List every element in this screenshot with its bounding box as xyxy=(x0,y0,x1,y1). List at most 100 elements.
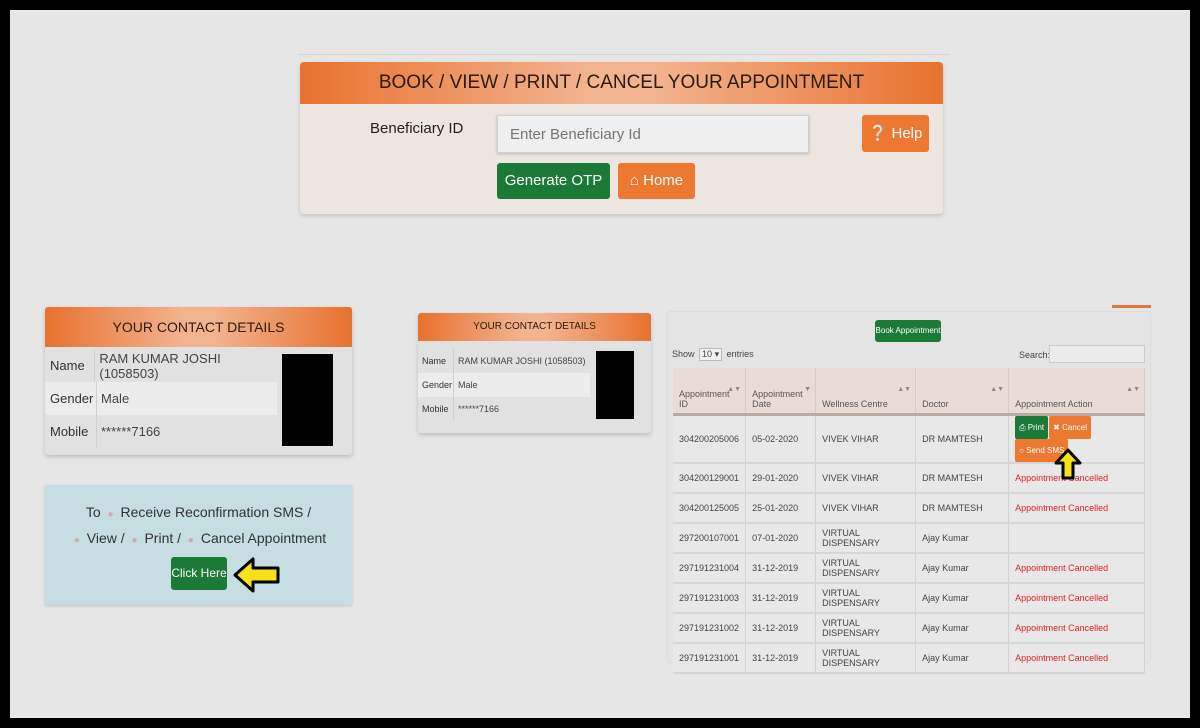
contact-value: Male xyxy=(458,380,478,390)
cell-id: 297191231001 xyxy=(673,642,747,674)
cell-centre: VIRTUAL DISPENSARY xyxy=(815,522,917,554)
print-icon: ● xyxy=(131,535,138,546)
cancel-icon: ● xyxy=(187,535,194,546)
question-circle-icon: ❔ xyxy=(868,125,888,142)
contact-value: RAM KUMAR JOSHI (1058503) xyxy=(99,350,221,381)
reconfirm-print-text: Print / xyxy=(144,530,182,546)
home-icon: ⌂ xyxy=(629,172,639,189)
help-label: Help xyxy=(891,125,923,142)
close-icon: ✖ xyxy=(1053,422,1063,432)
table-row: 297191231003 31-12-2019 VIRTUAL DISPENSARY… xyxy=(673,582,1145,614)
cancel-button[interactable]: ✖ Cancel xyxy=(1049,415,1091,439)
contact-value: ******7166 xyxy=(101,424,161,439)
cell-doctor: Ajay Kumar xyxy=(915,582,1010,614)
view-icon: ● xyxy=(73,535,80,546)
reconfirmation-panel: To ● Receive Reconfirmation SMS / ● View… xyxy=(45,485,352,605)
table-row: 297200107001 07-01-2020 VIRTUAL DISPENSARY… xyxy=(673,522,1145,554)
cell-id: 304200125005 xyxy=(673,492,747,524)
cell-date: 31-12-2019 xyxy=(745,582,817,614)
beneficiary-id-label: Beneficiary ID xyxy=(370,120,464,137)
reconfirm-cancel-text: Cancel Appointment xyxy=(200,530,327,546)
show-label: Show xyxy=(672,349,695,359)
sort-icon: ▲▼ xyxy=(727,386,742,393)
table-search-input[interactable] xyxy=(1049,345,1145,363)
contact-key: Name xyxy=(418,349,454,373)
entries-select[interactable]: 10 ▾ xyxy=(699,348,723,361)
cell-doctor: DR MAMTESH xyxy=(915,414,1010,464)
beneficiary-id-input[interactable] xyxy=(497,115,809,153)
cell-doctor: DR MAMTESH xyxy=(915,492,1010,524)
show-entries-control: Show 10 ▾ entries xyxy=(672,348,754,361)
cell-doctor: Ajay Kumar xyxy=(915,522,1010,554)
column-header-appointment-action[interactable]: Appointment Action ▲▼ xyxy=(1008,368,1145,416)
button-label: Cancel xyxy=(1062,422,1087,432)
cell-date: 07-01-2020 xyxy=(745,522,817,554)
book-appointment-button[interactable]: Book Appointment xyxy=(875,320,941,342)
cell-doctor: Ajay Kumar xyxy=(915,552,1010,584)
cell-id: 304200205006 xyxy=(673,414,747,464)
status-text: Appointment Cancelled xyxy=(1008,642,1145,674)
contact-row-gender: Gender Male xyxy=(418,373,590,397)
column-label: Wellness Centre xyxy=(822,398,888,409)
reconfirm-view-text: View / xyxy=(86,530,125,546)
status-text: Appointment Cancelled xyxy=(1008,612,1145,644)
column-header-appointment-id[interactable]: Appointment ID ▲▼ xyxy=(673,368,747,416)
cell-id: 304200129001 xyxy=(673,462,747,494)
entries-label: entries xyxy=(726,349,754,359)
contact-value: Male xyxy=(101,391,130,406)
table-row: 297191231001 31-12-2019 VIRTUAL DISPENSARY… xyxy=(673,642,1145,674)
cell-doctor: DR MAMTESH xyxy=(915,462,1010,494)
sort-icon: ▲▼ xyxy=(990,386,1005,393)
generate-otp-button[interactable]: Generate OTP xyxy=(497,163,610,199)
table-row: 297191231002 31-12-2019 VIRTUAL DISPENSARY… xyxy=(673,612,1145,644)
column-header-doctor[interactable]: Doctor ▲▼ xyxy=(915,368,1010,416)
contact-details-card-small: YOUR CONTACT DETAILS Name RAM KUMAR JOSH… xyxy=(418,313,651,433)
contact-card-title: YOUR CONTACT DETAILS xyxy=(418,313,651,341)
redacted-photo xyxy=(596,351,634,419)
column-header-wellness-centre[interactable]: Wellness Centre ▲▼ xyxy=(815,368,917,416)
printer-icon: ⎙ xyxy=(1019,422,1028,432)
home-button[interactable]: ⌂ Home xyxy=(618,163,695,199)
sms-icon: ● xyxy=(107,509,114,520)
redacted-photo xyxy=(282,354,333,446)
appointments-panel: Book Appointment Show 10 ▾ entries Searc… xyxy=(668,312,1150,674)
cell-doctor: Ajay Kumar xyxy=(915,642,1010,674)
help-button[interactable]: ❔ Help xyxy=(862,115,929,152)
reconfirm-sms-text: Receive Reconfirmation SMS / xyxy=(120,504,312,520)
appointments-table: Appointment ID ▲▼ Appointment Date ▼ Welln… xyxy=(673,368,1145,674)
chevron-down-icon: ▾ xyxy=(714,349,720,359)
search-label: Search: xyxy=(1019,350,1051,360)
reconfirm-line-2: ● View / ● Print / ● Cancel Appointment xyxy=(45,530,352,546)
cell-date: 29-01-2020 xyxy=(745,462,817,494)
sort-icon: ▲▼ xyxy=(897,386,912,393)
table-row: 304200125005 25-01-2020 VIVEK VIHAR DR MAMT… xyxy=(673,492,1145,524)
cell-centre: VIRTUAL DISPENSARY xyxy=(815,612,917,644)
contact-key: Gender xyxy=(418,373,454,397)
contact-key: Gender xyxy=(45,382,97,415)
cell-centre: VIRTUAL DISPENSARY xyxy=(815,582,917,614)
sort-icon: ▲▼ xyxy=(1126,386,1140,393)
cell-date: 31-12-2019 xyxy=(745,612,817,644)
button-label: Print xyxy=(1027,422,1045,432)
cell-centre: VIVEK VIHAR xyxy=(815,414,917,464)
contact-row-name: Name RAM KUMAR JOSHI (1058503) xyxy=(45,349,277,382)
contact-details-card: YOUR CONTACT DETAILS Name RAM KUMAR JOSH… xyxy=(45,307,352,455)
cell-date: 31-12-2019 xyxy=(745,642,817,674)
column-label: Appointment ID xyxy=(679,388,730,409)
contact-key: Name xyxy=(45,349,96,382)
contact-key: Mobile xyxy=(45,415,97,448)
home-label: Home xyxy=(643,172,684,189)
column-label: Doctor xyxy=(922,398,949,409)
cell-date: 25-01-2020 xyxy=(745,492,817,524)
cell-centre: VIRTUAL DISPENSARY xyxy=(815,552,917,584)
contact-value: RAM KUMAR JOSHI (1058503) xyxy=(458,356,586,366)
reconfirm-line-1: To ● Receive Reconfirmation SMS / xyxy=(45,504,352,520)
print-button[interactable]: ⎙ Print xyxy=(1015,415,1049,439)
column-label: Appointment Action xyxy=(1015,398,1093,409)
cell-centre: VIRTUAL DISPENSARY xyxy=(815,642,917,674)
status-text xyxy=(1008,522,1145,554)
column-header-appointment-date[interactable]: Appointment Date ▼ xyxy=(745,368,817,416)
click-here-button[interactable]: Click Here xyxy=(171,557,227,590)
contact-value: ******7166 xyxy=(458,404,500,414)
cell-centre: VIVEK VIHAR xyxy=(815,462,917,494)
